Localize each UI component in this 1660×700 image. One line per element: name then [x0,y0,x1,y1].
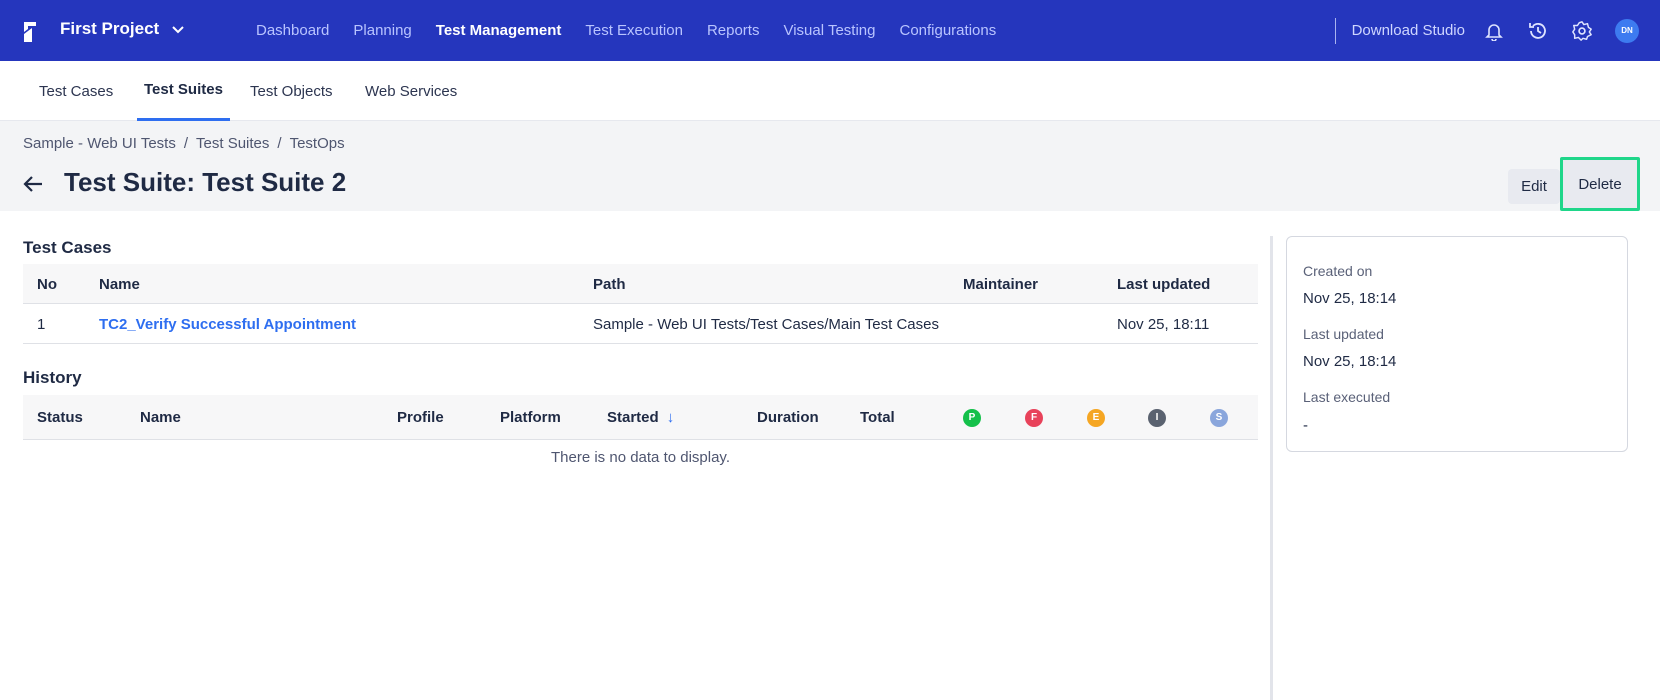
col-last-updated: Last updated [1117,275,1211,293]
project-selector[interactable]: First Project [60,19,185,39]
updated-label: Last updated [1303,326,1384,342]
page-title: Test Suite: Test Suite 2 [64,167,347,197]
empty-state-text: There is no data to display. [551,449,730,466]
breadcrumb-separator: / [183,135,189,152]
failed-badge: F [1025,395,1043,440]
skipped-status-icon: S [1210,408,1228,427]
nav-test-execution[interactable]: Test Execution [585,22,683,39]
col-history-name: Name [140,409,181,426]
tab-web-services[interactable]: Web Services [365,61,457,121]
main-nav: Dashboard Planning Test Management Test … [240,0,1004,61]
breadcrumb-test-suites[interactable]: Test Suites [196,135,269,152]
col-duration: Duration [757,409,819,426]
col-maintainer: Maintainer [963,275,1039,293]
top-right-tools: Download Studio DN [1334,0,1660,61]
table-row: 1 TC2_Verify Successful Appointment Samp… [23,304,1258,344]
nav-planning[interactable]: Planning [353,22,411,39]
nav-reports[interactable]: Reports [707,22,760,39]
test-cases-header: No Name Path Maintainer Last updated [23,264,1258,304]
incomplete-status-icon: I [1148,408,1166,427]
created-label: Created on [1303,263,1373,279]
history-title: History [23,368,82,387]
history-header: Status Name Profile Platform Started ↓ D… [23,395,1258,440]
breadcrumb-testops[interactable]: TestOps [290,135,345,152]
sub-tabs: Test Cases Test Suites Test Objects Web … [0,61,1660,121]
delete-button-label: Delete [1578,175,1622,193]
col-name: Name [99,275,140,293]
error-status-icon: E [1087,408,1105,427]
nav-dashboard[interactable]: Dashboard [256,22,329,39]
col-started[interactable]: Started ↓ [607,395,674,440]
error-badge: E [1087,395,1105,440]
tab-test-cases[interactable]: Test Cases [39,61,113,121]
sort-desc-icon[interactable]: ↓ [667,409,675,426]
delete-button[interactable]: Delete [1560,157,1640,211]
col-status: Status [37,409,83,426]
cell-last-updated: Nov 25, 18:11 [1117,315,1210,333]
cell-no: 1 [37,315,46,333]
passed-status-icon: P [963,408,981,427]
col-path: Path [593,275,626,293]
back-arrow-icon[interactable] [22,173,44,195]
nav-test-management[interactable]: Test Management [436,22,562,39]
updated-value: Nov 25, 18:14 [1303,353,1397,370]
gear-icon[interactable] [1571,20,1593,42]
incomplete-badge: I [1148,395,1166,440]
edit-button[interactable]: Edit [1508,169,1560,204]
col-platform: Platform [500,409,561,426]
top-navbar: First Project Dashboard Planning Test Ma… [0,0,1660,61]
executed-value: - [1303,417,1308,434]
page-header: Sample - Web UI Tests / Test Suites / Te… [0,121,1660,211]
info-card: Created on Nov 25, 18:14 Last updated No… [1286,236,1628,452]
bell-icon[interactable] [1483,20,1505,42]
breadcrumb-separator: / [277,135,282,152]
skipped-badge: S [1210,395,1228,440]
passed-badge: P [963,395,981,440]
tab-test-objects[interactable]: Test Objects [250,61,333,121]
project-name: First Project [60,19,160,38]
executed-label: Last executed [1303,389,1391,405]
cell-path: Sample - Web UI Tests/Test Cases/Main Te… [593,315,939,333]
failed-status-icon: F [1025,408,1043,427]
breadcrumb: Sample - Web UI Tests / Test Suites / Te… [23,135,345,152]
breadcrumb-project[interactable]: Sample - Web UI Tests [23,135,176,152]
nav-divider [1334,17,1336,44]
download-studio-link[interactable]: Download Studio [1352,22,1465,39]
col-no: No [37,275,57,293]
tab-test-suites[interactable]: Test Suites [137,61,230,121]
nav-visual-testing[interactable]: Visual Testing [783,22,875,39]
nav-configurations[interactable]: Configurations [899,22,996,39]
col-total: Total [860,409,895,426]
history-icon[interactable] [1527,20,1549,42]
panel-divider[interactable] [1270,236,1273,700]
logo-icon[interactable] [20,20,42,44]
test-case-link[interactable]: TC2_Verify Successful Appointment [99,304,356,344]
created-value: Nov 25, 18:14 [1303,290,1397,307]
chevron-down-icon [172,26,184,34]
col-profile: Profile [397,409,444,426]
col-started-label: Started [607,409,659,426]
avatar[interactable]: DN [1615,18,1639,43]
test-cases-title: Test Cases [23,238,112,257]
